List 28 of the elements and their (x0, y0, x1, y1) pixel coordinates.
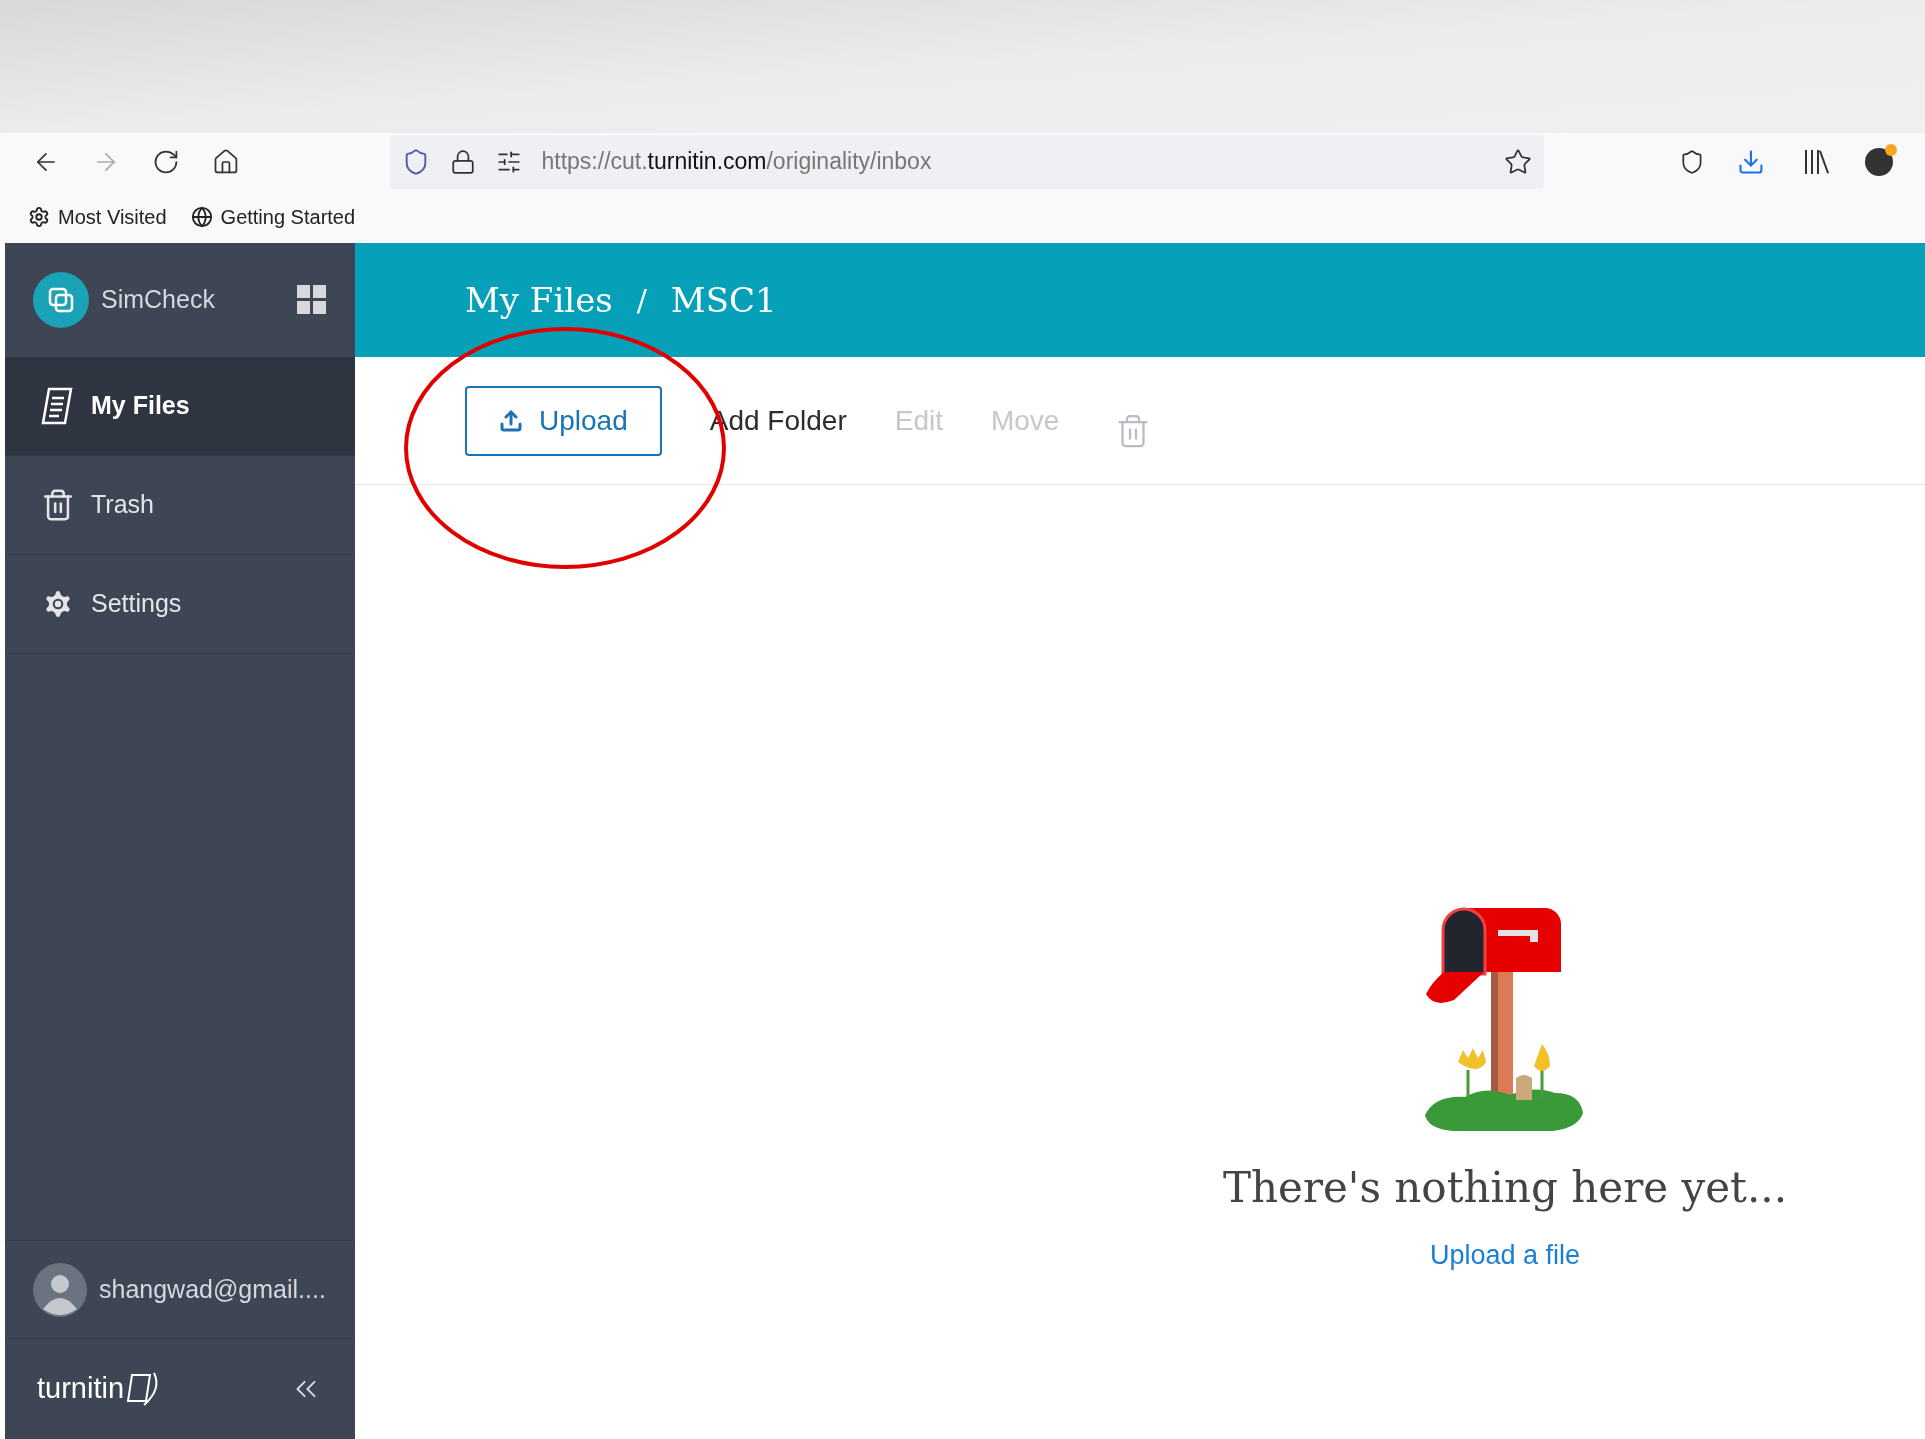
sidebar-nav-item[interactable]: Settings (5, 555, 355, 654)
breadcrumb-current: MSC1 (670, 278, 777, 322)
library-icon[interactable] (1805, 149, 1826, 174)
bookmark-link[interactable]: Most Visited (28, 201, 167, 232)
upload-icon (499, 408, 523, 433)
sidebar-nav-item[interactable]: Trash (5, 456, 355, 555)
bookmark-star-icon[interactable] (1504, 147, 1533, 176)
avatar-icon (33, 1262, 87, 1317)
upload-button[interactable]: Upload (465, 385, 662, 456)
user-row[interactable]: shangwad@gmail.... (5, 1240, 355, 1339)
app-name: SimCheck (101, 284, 215, 316)
sidebar-nav-item[interactable]: My Files (5, 357, 355, 456)
app-grid-icon[interactable] (297, 285, 327, 315)
user-email: shangwad@gmail.... (99, 1273, 326, 1305)
app-logo-icon (33, 272, 89, 328)
lock-icon (449, 148, 476, 175)
document-icon (41, 386, 75, 426)
address-bar[interactable]: https://cut.turnitin.com/originality/inbox (389, 134, 1545, 189)
upload-link[interactable]: Upload a file (1429, 1235, 1581, 1276)
url-text: https://cut.turnitin.com/originality/inbox (541, 147, 932, 177)
brand-logo: turnitin (37, 1371, 125, 1407)
bookmark-link[interactable]: Getting Started (190, 201, 356, 232)
trash-icon (41, 488, 75, 522)
permissions-icon (495, 148, 522, 175)
globe-icon (190, 205, 213, 228)
breadcrumb-separator: / (636, 281, 647, 320)
gear-icon (28, 205, 50, 228)
empty-state-message: There's nothing here yet... (1223, 1162, 1787, 1214)
